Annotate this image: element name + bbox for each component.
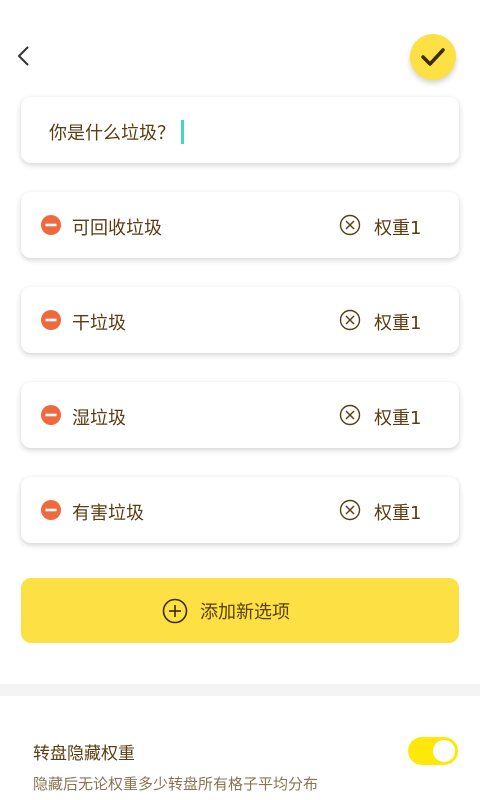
option-card: 有害垃圾 权重1 [21, 477, 459, 543]
option-weight[interactable]: 权重1 [374, 309, 421, 335]
remove-circle-icon[interactable] [41, 405, 61, 425]
option-label[interactable]: 有害垃圾 [72, 499, 144, 525]
hide-weight-description: 隐藏后无论权重多少转盘所有格子平均分布 [33, 775, 319, 793]
check-icon [421, 48, 445, 66]
clear-circle-icon[interactable] [339, 309, 361, 331]
hide-weight-title: 转盘隐藏权重 [33, 744, 135, 764]
chevron-left-icon [17, 46, 29, 66]
clear-circle-icon[interactable] [339, 499, 361, 521]
add-option-button[interactable]: 添加新选项 [21, 578, 459, 643]
option-label[interactable]: 湿垃圾 [72, 404, 126, 430]
remove-circle-icon[interactable] [41, 500, 61, 520]
option-weight[interactable]: 权重1 [374, 404, 421, 430]
option-card: 可回收垃圾 权重1 [21, 192, 459, 258]
title-input-text: 你是什么垃圾？ [49, 123, 175, 144]
add-option-label: 添加新选项 [200, 601, 290, 623]
hide-weight-toggle[interactable] [408, 737, 458, 765]
option-weight[interactable]: 权重1 [374, 499, 421, 525]
text-caret [181, 120, 184, 144]
confirm-button[interactable] [410, 34, 456, 80]
clear-circle-icon[interactable] [339, 214, 361, 236]
option-card: 干垃圾 权重1 [21, 287, 459, 353]
toggle-knob [433, 740, 455, 762]
remove-circle-icon[interactable] [41, 310, 61, 330]
clear-circle-icon[interactable] [339, 404, 361, 426]
plus-circle-icon [162, 598, 188, 623]
option-label[interactable]: 干垃圾 [72, 309, 126, 335]
title-card: 你是什么垃圾？ [21, 97, 459, 163]
option-card: 湿垃圾 权重1 [21, 382, 459, 448]
option-weight[interactable]: 权重1 [374, 214, 421, 240]
section-divider [0, 684, 480, 696]
back-button[interactable] [10, 42, 38, 70]
title-input[interactable]: 你是什么垃圾？ [49, 119, 184, 145]
remove-circle-icon[interactable] [41, 215, 61, 235]
option-label[interactable]: 可回收垃圾 [72, 214, 162, 240]
